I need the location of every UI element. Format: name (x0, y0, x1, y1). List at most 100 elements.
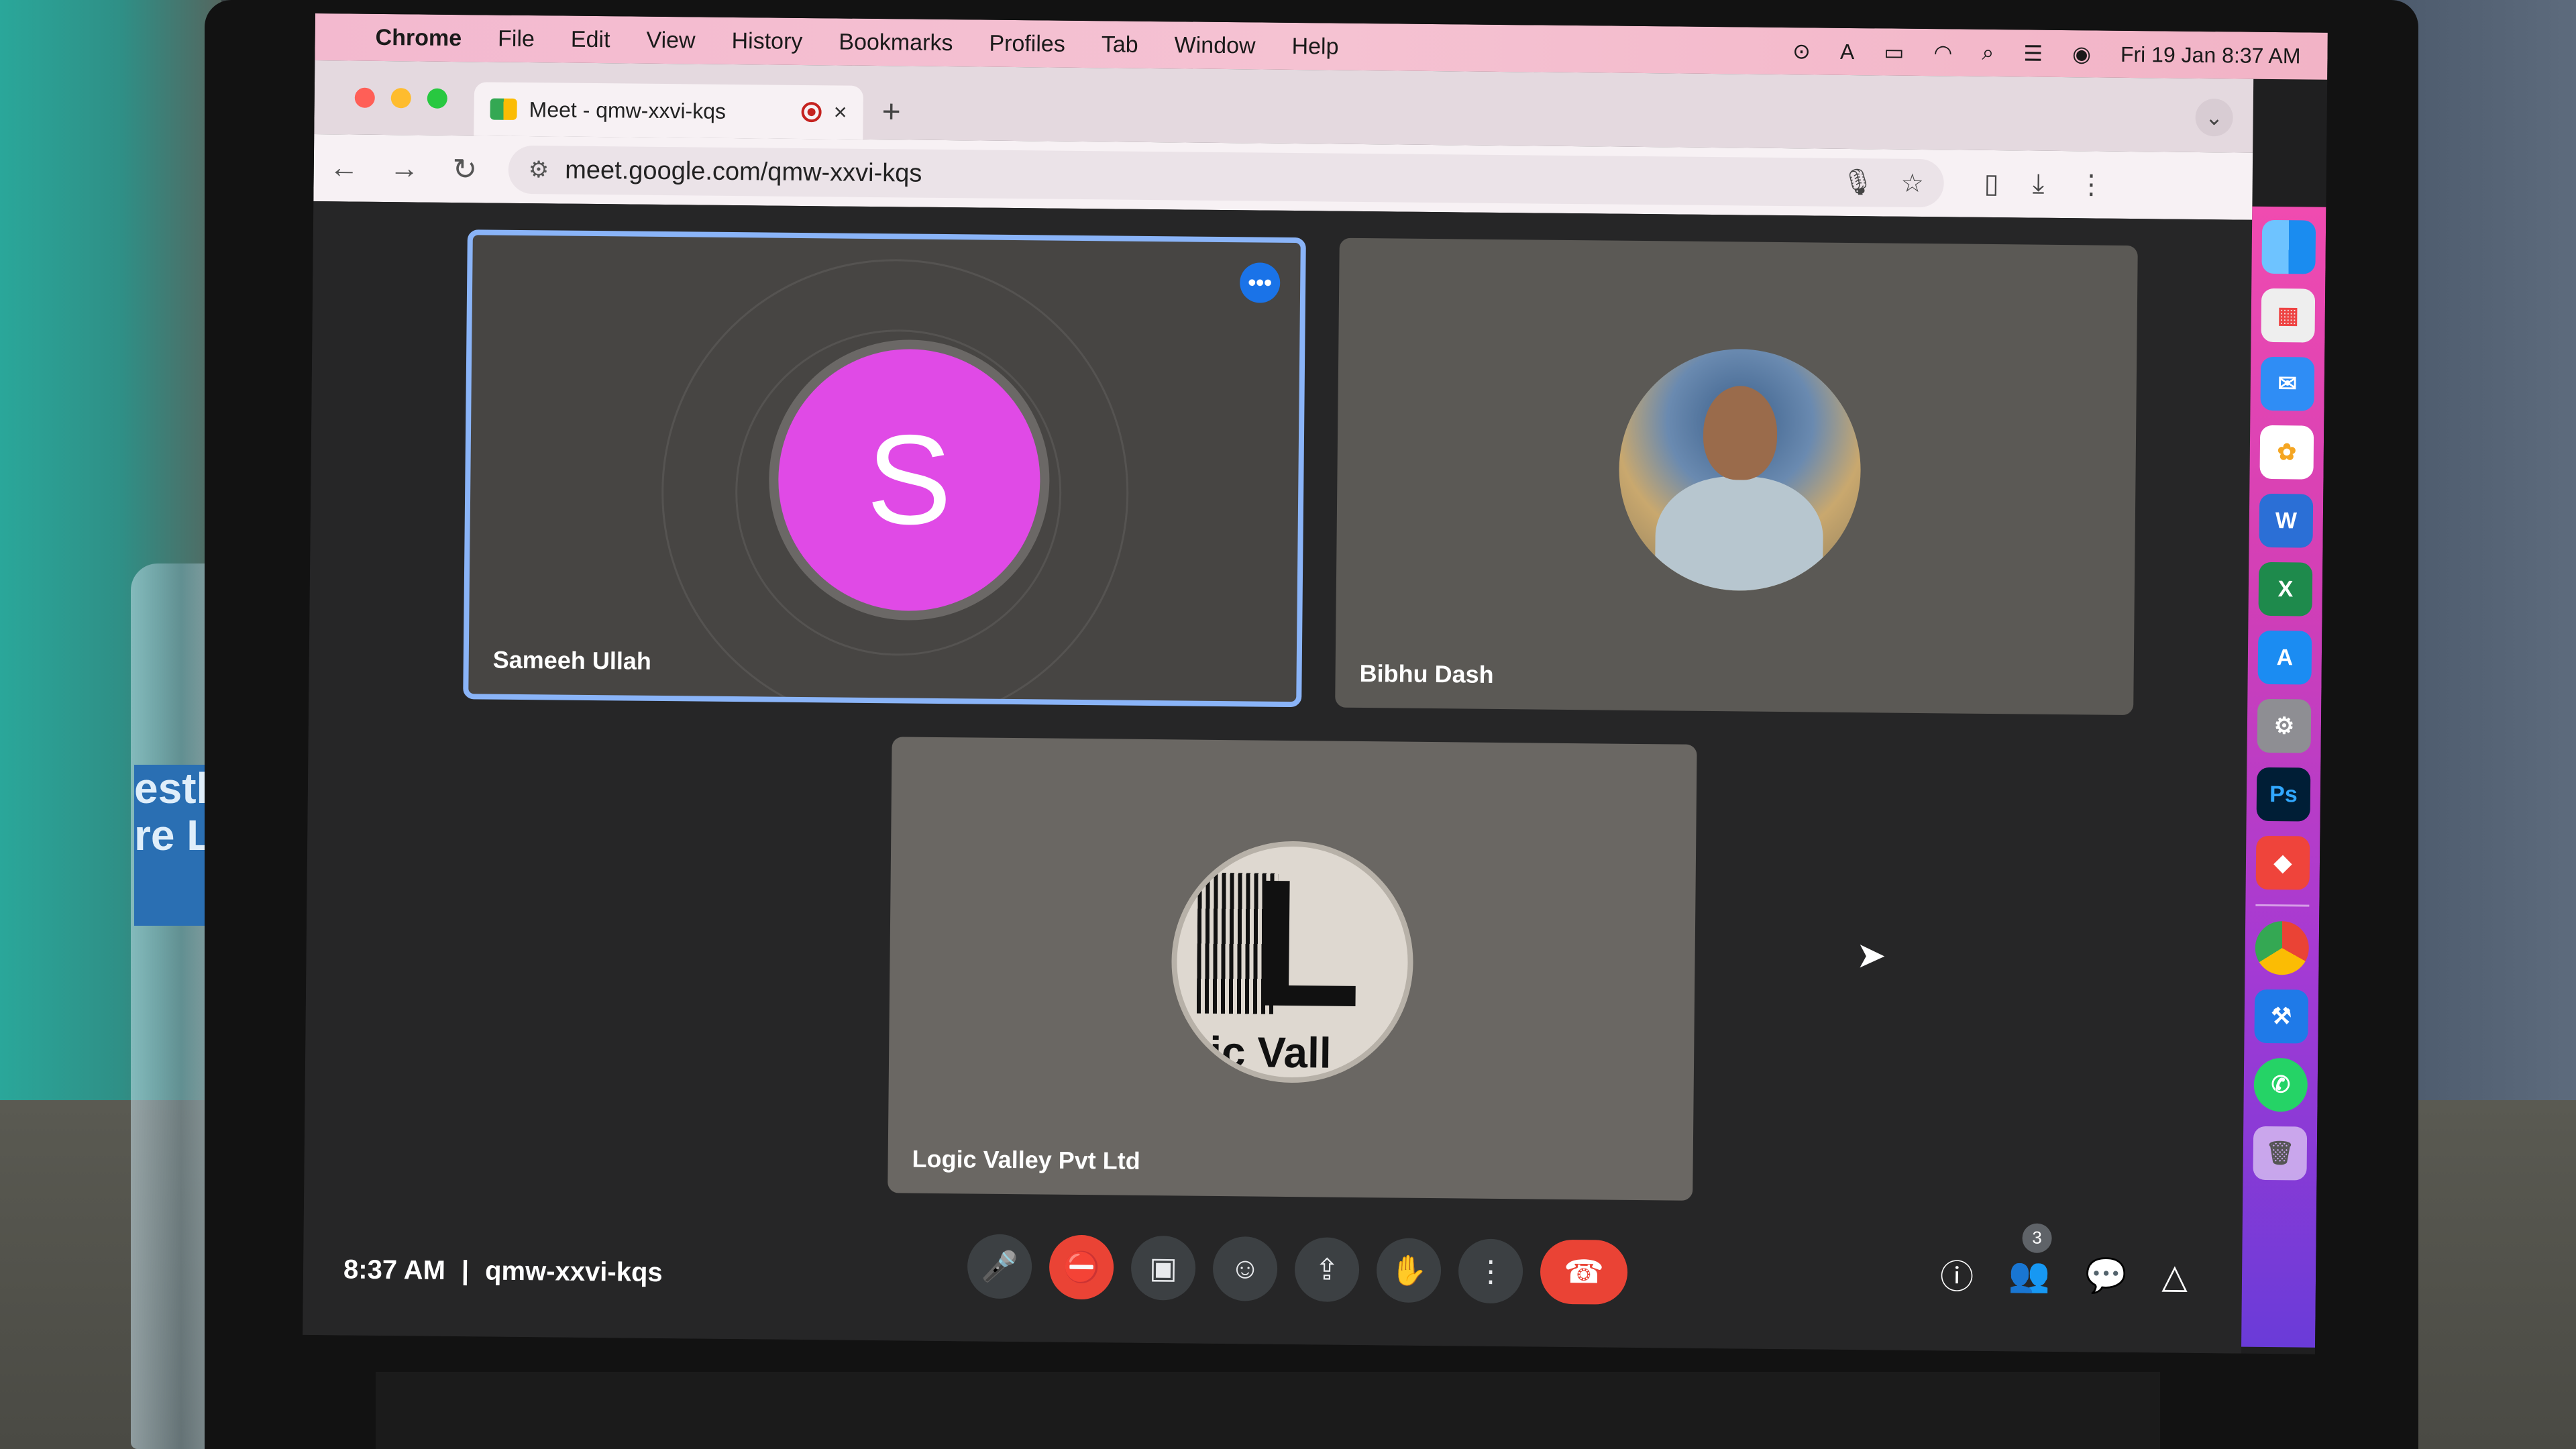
mouse-cursor-icon: ➤ (1856, 935, 1887, 976)
more-vert-icon: ⋮ (1475, 1254, 1506, 1288)
recording-indicator-icon (801, 101, 822, 123)
address-bar[interactable]: ⚙ meet.google.com/qmw-xxvi-kqs 🎙 ☆ (508, 145, 1945, 208)
microphone-button[interactable]: 🎤 (967, 1234, 1032, 1299)
menu-view[interactable]: View (646, 27, 695, 54)
phone-hangup-icon: ☎ (1563, 1254, 1605, 1291)
participant-tile-logic-valley[interactable]: L ic Vall Logic Valley Pvt Ltd (888, 737, 1697, 1201)
captions-icon: ▣ (1149, 1251, 1178, 1285)
menu-edit[interactable]: Edit (571, 26, 610, 53)
apple-icon[interactable] (315, 37, 376, 38)
tab-search-chevron-down-icon[interactable]: ⌄ (2195, 98, 2233, 137)
microphone-in-use-icon[interactable]: 🎙 (1841, 167, 1874, 197)
avatar-photo (1617, 347, 1862, 592)
address-url[interactable]: meet.google.com/qmw-xxvi-kqs (565, 156, 922, 188)
dock-separator (2255, 904, 2310, 907)
app-store-icon[interactable]: A (2257, 630, 2312, 685)
captions-button[interactable]: ▣ (1130, 1235, 1196, 1301)
xcode-icon[interactable]: ⚒ (2254, 989, 2309, 1044)
reload-icon[interactable]: ↻ (435, 152, 495, 186)
meeting-separator: | (461, 1256, 470, 1286)
chrome-menu-icon[interactable]: ⋮ (2078, 169, 2104, 200)
more-options-icon[interactable]: ••• (1239, 262, 1281, 303)
avatar: S (767, 338, 1051, 622)
leave-call-button[interactable]: ☎ (1540, 1239, 1628, 1305)
participant-tile-sameeh[interactable]: S ••• Sameeh Ullah (463, 229, 1306, 708)
raise-hand-button[interactable]: ✋ (1376, 1238, 1442, 1303)
wifi-icon[interactable]: ◠ (1933, 40, 1952, 65)
camera-off-icon: ⛔ (1063, 1250, 1100, 1285)
menu-file[interactable]: File (498, 25, 535, 52)
battery-icon[interactable]: ▭ (1884, 39, 1904, 64)
menu-window[interactable]: Window (1174, 32, 1255, 59)
menu-app-name[interactable]: Chrome (375, 24, 462, 51)
photos-icon[interactable]: ✿ (2259, 425, 2314, 480)
word-icon[interactable]: W (2259, 493, 2314, 548)
call-controls: 🎤 ⛔ ▣ ☺ ⇪ ✋ ⋮ ☎ (967, 1234, 1628, 1305)
whatsapp-icon[interactable]: ✆ (2253, 1057, 2308, 1112)
site-info-icon[interactable]: ⚙ (529, 156, 549, 183)
meeting-time: 8:37 AM (343, 1254, 446, 1285)
tab-meet[interactable]: Meet - qmw-xxvi-kqs × (474, 82, 864, 140)
participant-tile-bibhu[interactable]: Bibhu Dash (1335, 237, 2138, 716)
menubar-clock[interactable]: Fri 19 Jan 8:37 AM (2121, 42, 2301, 68)
participant-name: Sameeh Ullah (492, 645, 652, 675)
hand-icon: ✋ (1390, 1254, 1428, 1287)
laptop-screen: Chrome File Edit View History Bookmarks … (303, 13, 2328, 1354)
people-icon[interactable]: 👥 3 (2008, 1223, 2052, 1295)
menu-tab[interactable]: Tab (1102, 32, 1138, 58)
present-icon: ⇪ (1314, 1252, 1340, 1287)
zoom-window-button[interactable] (427, 88, 447, 109)
participant-name: Logic Valley Pvt Ltd (912, 1144, 1140, 1175)
side-controls: ⓘ 👥 3 💬 △ (1940, 1223, 2188, 1301)
menu-help[interactable]: Help (1291, 33, 1338, 60)
system-settings-icon[interactable]: ⚙ (2257, 698, 2312, 753)
meet-stage: S ••• Sameeh Ullah Bibhu Dash L ic Vall … (303, 201, 2253, 1354)
tab-title: Meet - qmw-xxvi-kqs (529, 97, 727, 123)
control-center-icon[interactable]: ☰ (2023, 40, 2043, 66)
forward-arrow-icon[interactable]: → (374, 152, 435, 186)
microphone-icon: 🎤 (981, 1250, 1018, 1284)
logo-letter: L (1250, 842, 1363, 1046)
close-window-button[interactable] (354, 87, 375, 108)
finder-icon[interactable] (2261, 219, 2316, 274)
excel-icon[interactable]: X (2258, 561, 2313, 616)
back-arrow-icon[interactable]: ← (314, 151, 374, 185)
anydesk-icon[interactable]: ◆ (2255, 835, 2310, 890)
present-screen-button[interactable]: ⇪ (1294, 1237, 1360, 1303)
menu-profiles[interactable]: Profiles (989, 30, 1065, 57)
screen-recording-icon[interactable]: ⊙ (1792, 38, 1811, 64)
downloads-icon[interactable]: ⤓ (2032, 169, 2044, 200)
bookmark-star-icon[interactable]: ☆ (1900, 168, 1924, 198)
close-tab-button[interactable]: × (834, 99, 847, 125)
mail-icon[interactable]: ✉ (2260, 356, 2315, 411)
meeting-info: 8:37 AM | qmw-xxvi-kqs (343, 1254, 663, 1288)
avatar-photo-head (1703, 385, 1778, 480)
more-options-button[interactable]: ⋮ (1458, 1238, 1523, 1304)
siri-icon[interactable]: ◉ (2072, 41, 2091, 66)
logic-valley-logo: L ic Vall (1170, 840, 1415, 1084)
input-source-icon[interactable]: A (1840, 39, 1855, 64)
people-count-badge: 3 (2022, 1223, 2052, 1253)
chrome-icon[interactable] (2255, 920, 2310, 975)
chat-icon[interactable]: 💬 (2085, 1256, 2127, 1296)
spotlight-search-icon[interactable]: ⌕ (1982, 40, 1994, 66)
camera-off-button[interactable]: ⛔ (1049, 1234, 1114, 1300)
menu-history[interactable]: History (731, 28, 802, 54)
activities-icon[interactable]: △ (2161, 1257, 2188, 1296)
meeting-details-icon[interactable]: ⓘ (1940, 1250, 1974, 1298)
logo-subtext: ic Vall (1209, 1027, 1332, 1077)
launchpad-icon[interactable]: ▦ (2261, 288, 2316, 343)
photoshop-icon[interactable]: Ps (2256, 767, 2311, 822)
participant-name: Bibhu Dash (1359, 659, 1494, 688)
new-tab-button[interactable]: + (863, 93, 920, 140)
emoji-icon: ☺ (1230, 1252, 1260, 1285)
menu-bookmarks[interactable]: Bookmarks (839, 29, 953, 56)
minimize-window-button[interactable] (390, 88, 411, 109)
trash-icon[interactable]: 🗑 (2253, 1126, 2308, 1181)
avatar-photo-body (1654, 476, 1824, 592)
meeting-code: qmw-xxvi-kqs (484, 1256, 663, 1288)
side-panel-icon[interactable]: ▯ (1984, 168, 1998, 199)
laptop-stand (376, 1372, 2160, 1449)
reactions-button[interactable]: ☺ (1212, 1236, 1278, 1301)
window-controls (314, 87, 474, 136)
